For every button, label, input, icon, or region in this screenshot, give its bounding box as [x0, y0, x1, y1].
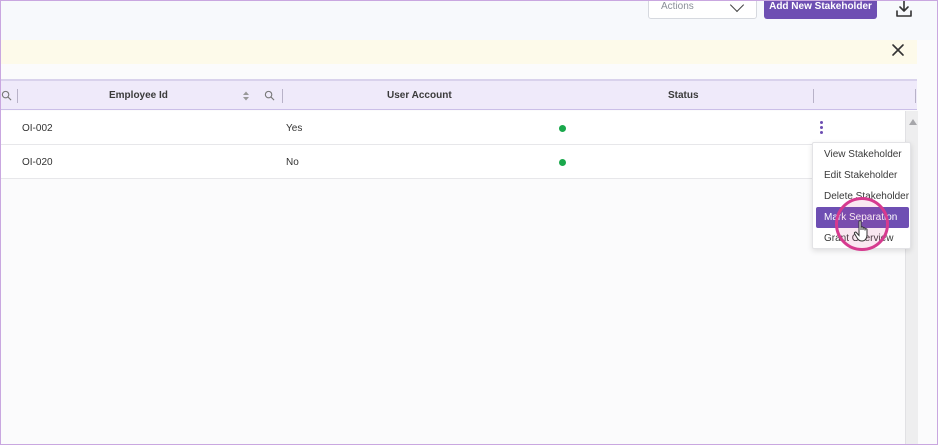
employee-id-cell: OI-002: [22, 122, 53, 134]
sort-icon[interactable]: [242, 90, 250, 102]
table-header: Employee Id User Account Status: [1, 81, 917, 110]
column-header-user-account[interactable]: User Account: [387, 81, 452, 110]
actions-dropdown[interactable]: Actions: [648, 0, 757, 19]
row-actions-menu-icon[interactable]: [818, 121, 824, 135]
table-row[interactable]: OI-020 No: [1, 145, 905, 179]
chevron-down-icon: [729, 0, 745, 13]
column-separator: [915, 89, 916, 103]
top-toolbar: Actions Add New Stakeholder: [1, 0, 937, 40]
download-icon[interactable]: [895, 0, 913, 18]
status-indicator: [559, 159, 566, 166]
column-separator: [17, 89, 18, 103]
column-separator: [282, 89, 283, 103]
menu-item-edit-stakeholder[interactable]: Edit Stakeholder: [816, 165, 909, 186]
column-header-employee-id[interactable]: Employee Id: [109, 81, 168, 110]
notice-banner: [1, 40, 917, 64]
search-icon[interactable]: [264, 90, 275, 101]
table-row[interactable]: OI-002 Yes: [1, 111, 905, 145]
window-frame: [0, 0, 938, 445]
status-indicator: [559, 125, 566, 132]
hand-pointer-icon: [853, 220, 868, 242]
menu-item-view-stakeholder[interactable]: View Stakeholder: [816, 144, 909, 165]
actions-dropdown-label: Actions: [661, 1, 694, 12]
scroll-up-arrow-icon[interactable]: [909, 119, 917, 125]
employee-id-cell: OI-020: [22, 156, 53, 168]
add-new-stakeholder-button[interactable]: Add New Stakeholder: [764, 0, 877, 19]
user-account-cell: Yes: [286, 122, 303, 134]
column-separator: [813, 89, 814, 103]
user-account-cell: No: [286, 156, 299, 168]
search-icon[interactable]: [1, 90, 12, 101]
column-header-status[interactable]: Status: [668, 81, 699, 110]
close-icon[interactable]: [890, 42, 906, 58]
